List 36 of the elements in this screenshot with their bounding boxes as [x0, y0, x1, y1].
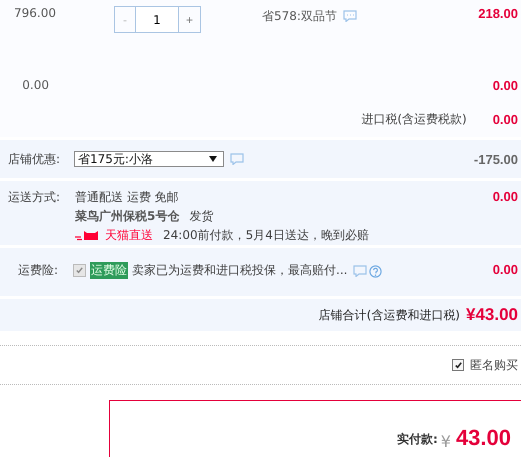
subtotal-amount: 0.00: [492, 78, 519, 92]
shipping-amount: 0.00: [492, 189, 519, 204]
unit-price: 0.00: [21, 78, 49, 92]
message-icon[interactable]: [342, 10, 357, 22]
help-icon[interactable]: [369, 265, 382, 278]
quantity-field[interactable]: 1: [136, 7, 179, 32]
dispatch-text: 发货: [189, 208, 214, 224]
import-tax-amount: 0.00: [492, 112, 519, 126]
check-icon: [75, 266, 84, 275]
insurance-text: 卖家已为运费和进口税投保，最高赔付...: [132, 262, 348, 279]
warehouse-name: 菜鸟广州保税5号仓: [75, 208, 180, 224]
message-icon[interactable]: [353, 265, 368, 277]
anonymous-checkbox[interactable]: [452, 359, 464, 371]
anonymous-purchase-label: 匿名购买: [470, 356, 518, 374]
store-discount-label: 店铺优惠:: [6, 150, 60, 168]
discount-dropdown[interactable]: 省175元:小洛: [74, 151, 224, 167]
store-total-amount: ¥43.00: [466, 305, 519, 325]
discount-amount: -175.00: [474, 152, 519, 166]
import-tax-label: 进口税(含运费税款): [361, 110, 467, 128]
subtotal-amount: 218.00: [478, 6, 519, 21]
shipping-label: 运送方式:: [6, 189, 60, 206]
payment-amount: 43.00: [456, 425, 511, 451]
message-icon[interactable]: [230, 153, 244, 165]
payment-label: 实付款:: [396, 431, 438, 448]
promotion-text: 省578:双品节: [262, 8, 337, 25]
check-icon: [454, 360, 462, 370]
unit-price: 796.00: [13, 6, 56, 20]
insurance-amount: 0.00: [492, 262, 519, 277]
shipping-method: 普通配送 运费 免邮: [75, 189, 180, 205]
caret-icon: [209, 156, 217, 162]
delivery-promise: 24:00前付款，5月4日送达，晚到必赔: [163, 226, 369, 244]
insurance-label: 运费险:: [16, 262, 58, 279]
insurance-tag: 运费险: [90, 262, 128, 279]
currency-symbol: ¥: [440, 432, 451, 451]
store-total-label: 店铺合计(含运费和进口税): [318, 306, 460, 324]
tmall-direct-label: 天猫直送: [105, 226, 153, 244]
